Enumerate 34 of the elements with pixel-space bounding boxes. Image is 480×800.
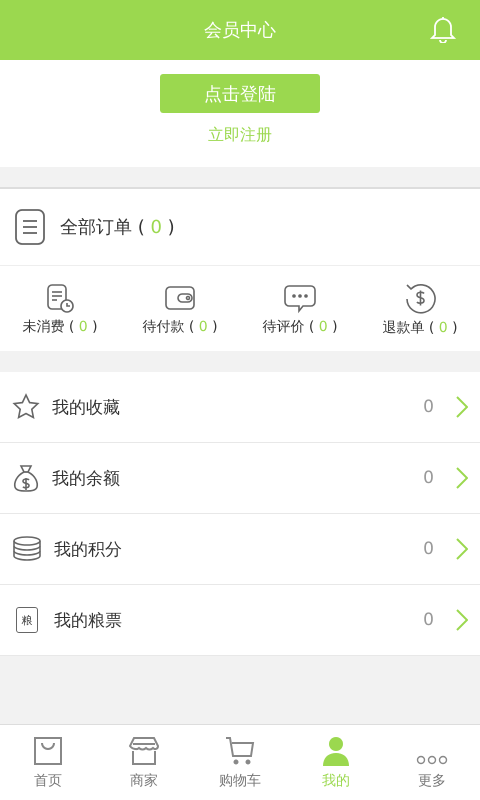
star-icon [12,393,40,421]
bag-icon[interactable] [33,736,63,766]
order-status-link[interactable]: 待付款 ( 0 ) [142,318,218,336]
tab-bar-item[interactable]: 更多 [384,725,480,800]
store-icon[interactable] [128,736,160,766]
menu-item-count: 0 [423,468,434,488]
tab-bar-item[interactable]: 购物车 [192,725,288,800]
page-title: 会员中心 [204,19,276,42]
coins-icon [12,535,42,563]
ticket-icon: 粮 [16,607,38,633]
receipt-clock-icon [44,282,76,314]
money-bag-icon [12,463,40,493]
tab-bar-item[interactable]: 首页 [0,725,96,800]
all-orders-link[interactable]: 全部订单 ( 0 ) [60,215,175,239]
tab-bar-item[interactable]: 商家 [96,725,192,800]
menu-item-label[interactable]: 我的粮票 [54,608,412,632]
menu-item-label[interactable]: 我的积分 [54,538,412,560]
chevron-right-icon[interactable] [456,538,468,560]
more-icon[interactable] [416,754,448,766]
menu-item-count: 0 [423,539,434,559]
order-status-link[interactable]: 未消费 ( 0 ) [22,318,98,336]
bell-icon[interactable] [430,15,456,43]
chevron-right-icon[interactable] [456,609,468,631]
chevron-right-icon[interactable] [456,467,468,489]
order-status-link[interactable]: 退款单 ( 0 ) [382,318,458,336]
menu-item-label[interactable]: 我的余额 [52,466,412,490]
menu-item-count: 0 [423,610,434,630]
person-icon[interactable] [321,736,351,766]
list-icon [14,208,46,246]
menu-item-count: 0 [423,397,434,417]
order-status-link[interactable]: 待评价 ( 0 ) [262,318,338,336]
menu-item-label[interactable]: 我的收藏 [52,396,412,418]
cart-icon[interactable] [224,736,256,766]
chevron-right-icon[interactable] [456,396,468,418]
